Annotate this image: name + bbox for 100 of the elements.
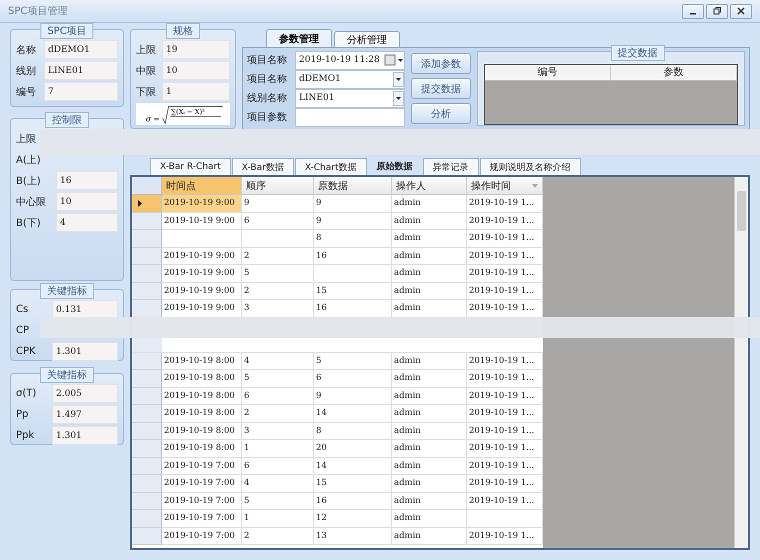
tab[interactable]: 参数管理 (266, 29, 332, 47)
table-cell: 15 (314, 282, 392, 300)
column-header[interactable]: 操作人 (392, 177, 467, 195)
corner-header (132, 177, 162, 195)
value-field: dDEMO1 (44, 40, 118, 59)
field-label: B(下) (16, 216, 42, 230)
table-cell: 20 (314, 440, 392, 458)
tab[interactable]: 分析管理 (334, 31, 400, 47)
table-cell: 2019-10-19 1... (467, 388, 543, 405)
table-cell: admin (392, 248, 467, 265)
action-button[interactable]: 分析 (411, 103, 471, 124)
table-cell: 3 (242, 422, 314, 440)
table-cell: 2019-10-19 1... (467, 405, 543, 422)
table-cell: admin (392, 230, 467, 248)
column-header[interactable]: 时间点 (162, 177, 242, 195)
table-cell: 2019-10-19 9:00 (162, 282, 242, 300)
row-header[interactable] (132, 195, 162, 212)
field-label: Pp (16, 409, 30, 420)
column-header[interactable]: 编号 (485, 65, 611, 81)
column-header[interactable]: 操作时间 (467, 177, 543, 195)
current-row-icon (138, 200, 142, 207)
table-cell (242, 230, 314, 248)
table-cell: admin (392, 300, 467, 318)
table-cell: 2019-10-19 8:00 (162, 405, 242, 422)
table-cell: 2 (242, 405, 314, 422)
table-cell: admin (392, 212, 467, 230)
input-field[interactable] (295, 108, 405, 126)
tab[interactable]: X-Bar数据 (232, 158, 294, 175)
table-cell: admin (392, 195, 467, 212)
table-cell: 2019-10-19 8:00 (162, 422, 242, 440)
field-label: 名称 (16, 44, 37, 56)
table-cell: 9 (314, 388, 392, 405)
table-cell: 1 (242, 440, 314, 458)
table-cell: 2019-10-19 7:00 (162, 492, 242, 510)
table-cell: admin (392, 475, 467, 492)
table-cell: 2019-10-19 1... (467, 265, 543, 282)
value-field: 2.005 (52, 384, 118, 403)
table-cell: 12 (314, 510, 392, 528)
table-cell: 2019-10-19 9:00 (162, 300, 242, 318)
close-button[interactable] (730, 4, 752, 18)
table-cell: 1 (242, 510, 314, 528)
table-cell: 8 (314, 230, 392, 248)
table-cell: 2019-10-19 1... (467, 458, 543, 475)
table-cell: 13 (314, 528, 392, 545)
tab[interactable]: X-Bar R-Chart (150, 158, 231, 175)
table-cell: 4 (242, 352, 314, 370)
tab[interactable]: X-Chart数据 (294, 158, 367, 175)
field-label: CP (16, 325, 30, 336)
table-cell: 2019-10-19 9:00 (162, 212, 242, 230)
scrollbar-thumb[interactable] (737, 191, 746, 231)
table-cell: 2019-10-19 1... (467, 230, 543, 248)
column-header[interactable]: 参数 (611, 65, 737, 81)
group-title: 关键指标 (40, 283, 94, 299)
table-cell: 3 (242, 300, 314, 318)
table-cell: 5 (242, 370, 314, 388)
minimize-button[interactable] (682, 4, 704, 18)
tab[interactable]: 规则说明及名称介绍 (480, 158, 581, 175)
table-cell: admin (392, 458, 467, 475)
table-cell: 2 (242, 248, 314, 265)
table-cell: 2019-10-19 9:00 (162, 195, 242, 212)
table-cell: 2019-10-19 7:00 (162, 475, 242, 492)
dropdown-field[interactable]: 2019-10-19 11:28 (295, 50, 405, 70)
table-cell: 2 (242, 282, 314, 300)
table-cell: 2019-10-19 1... (467, 352, 543, 370)
table-cell: 5 (314, 352, 392, 370)
table-cell: 2019-10-19 1... (467, 212, 543, 230)
table-cell: 2019-10-19 1... (467, 300, 543, 318)
table-cell: 2019-10-19 7:00 (162, 510, 242, 528)
value-field: 1.301 (52, 426, 118, 445)
calendar-icon[interactable] (384, 54, 404, 66)
column-header[interactable]: 原数据 (314, 177, 392, 195)
value-field: 16 (56, 171, 118, 190)
action-button[interactable]: 添加参数 (411, 53, 471, 74)
restore-button[interactable] (706, 4, 728, 18)
table-cell: 6 (242, 212, 314, 230)
column-header[interactable]: 顺序 (242, 177, 314, 195)
value-field: 10 (56, 192, 118, 211)
field-label: 中限 (136, 64, 157, 78)
field-label: Cs (16, 304, 30, 315)
dropdown-caret-icon[interactable] (393, 90, 404, 106)
dropdown-caret-icon[interactable] (393, 72, 404, 86)
value-field: 19 (162, 40, 230, 59)
group-title: 规格 (166, 23, 200, 39)
table-cell: 2019-10-19 7:00 (162, 528, 242, 545)
table-cell: admin (392, 388, 467, 405)
table-cell: 4 (242, 475, 314, 492)
value-field: 10 (162, 61, 230, 80)
table-cell: admin (392, 370, 467, 388)
table-cell: 2019-10-19 9:00 (162, 248, 242, 265)
table-cell: 2019-10-19 1... (467, 370, 543, 388)
table-cell: 6 (314, 370, 392, 388)
action-button[interactable]: 提交数据 (411, 78, 471, 99)
table-cell: 8 (314, 422, 392, 440)
table-cell: admin (392, 405, 467, 422)
dropdown-field[interactable]: dDEMO1 (295, 70, 405, 88)
scrollbar[interactable] (734, 177, 748, 548)
tab[interactable]: 异常记录 (422, 158, 479, 175)
group-title: 提交数据 (610, 45, 665, 61)
dropdown-field[interactable]: LINE01 (295, 88, 405, 108)
tab[interactable]: 原始数据 (368, 158, 422, 175)
